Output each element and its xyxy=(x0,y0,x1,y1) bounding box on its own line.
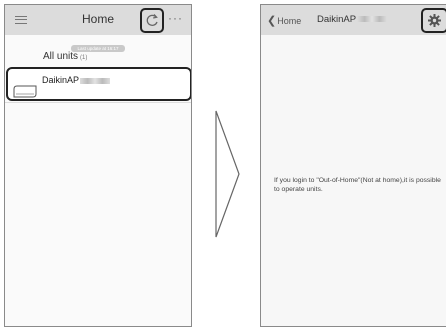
unit-header: ❮Home DaikinAP xyxy=(261,5,446,35)
last-update-banner: Last update at 16:17 xyxy=(5,37,191,55)
more-options-button[interactable]: ··· xyxy=(168,11,183,25)
list-divider xyxy=(5,102,191,103)
home-screen: Home ··· Last update at 16:17 All units(… xyxy=(4,4,192,327)
back-label: Home xyxy=(277,16,302,26)
gear-icon xyxy=(428,14,441,27)
unit-title-text: DaikinAP xyxy=(317,14,357,25)
air-conditioner-icon xyxy=(13,85,37,98)
refresh-icon xyxy=(146,14,158,26)
unit-screen: ❮Home DaikinAP If you login to "Out-of-H… xyxy=(260,4,446,327)
redacted-suffix xyxy=(357,16,388,23)
settings-button[interactable] xyxy=(421,8,446,33)
unit-name: DaikinAP xyxy=(42,75,111,85)
home-header: Home ··· xyxy=(5,5,191,35)
unit-title: DaikinAP xyxy=(317,14,388,25)
all-units-heading: All units (1) xyxy=(43,51,87,62)
redacted-suffix xyxy=(80,77,111,84)
all-units-count: (1) xyxy=(80,55,88,61)
flow-arrow xyxy=(215,110,240,238)
back-button[interactable]: ❮Home xyxy=(267,14,301,27)
unit-list-item[interactable]: DaikinAP xyxy=(6,67,191,101)
unit-name-text: DaikinAP xyxy=(42,75,80,85)
out-of-home-info: If you login to "Out-of-Home"(Not at hom… xyxy=(274,177,441,193)
refresh-button[interactable] xyxy=(140,8,164,33)
chevron-left-icon: ❮ xyxy=(267,15,277,27)
all-units-label: All units xyxy=(43,51,79,62)
